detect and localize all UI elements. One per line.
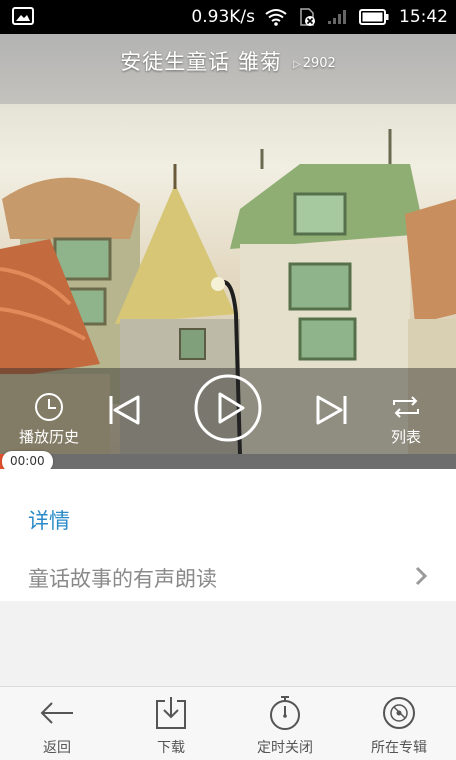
gallery-notification-icon: [12, 7, 34, 25]
back-label: 返回: [43, 740, 71, 756]
download-button[interactable]: 下载: [114, 687, 228, 760]
previous-track-button[interactable]: [106, 392, 142, 428]
download-icon: [153, 695, 189, 735]
disc-icon: [381, 695, 417, 735]
signal-icon: [327, 9, 349, 25]
back-button[interactable]: 返回: [0, 687, 114, 760]
sleep-timer-label: 定时关闭: [257, 740, 313, 756]
details-section: 详情 童话故事的有声朗读: [0, 469, 456, 601]
stopwatch-icon: [267, 695, 303, 735]
playlist-label: 列表: [390, 428, 421, 446]
play-count-icon: ▷: [292, 59, 301, 70]
playlist-button[interactable]: 列表: [376, 390, 436, 447]
track-title-row: 安徒生童话 雏菊 ▷ 2902: [0, 46, 456, 76]
clock: 15:42: [399, 7, 448, 27]
bottom-nav: 返回 下载 定时关闭 所在专辑: [0, 686, 456, 760]
sleep-timer-button[interactable]: 定时关闭: [228, 687, 342, 760]
player-hero: 安徒生童话 雏菊 ▷ 2902 播放历史 列表: [0, 34, 456, 454]
skip-previous-icon: [106, 395, 142, 432]
arrow-left-icon: [39, 695, 75, 735]
play-icon: [193, 374, 263, 447]
play-history-button[interactable]: 播放历史: [14, 390, 84, 447]
wifi-icon: [265, 8, 287, 26]
album-label: 所在专辑: [371, 740, 427, 756]
skip-next-icon: [314, 395, 350, 432]
details-heading: 详情: [28, 509, 70, 533]
details-description-row[interactable]: 童话故事的有声朗读: [0, 553, 456, 601]
play-history-label: 播放历史: [18, 428, 79, 446]
details-description: 童话故事的有声朗读: [28, 567, 217, 591]
battery-icon: [359, 9, 389, 25]
play-button[interactable]: [193, 373, 263, 443]
status-bar: 0.93K/s 15:42: [0, 0, 456, 34]
next-track-button[interactable]: [314, 392, 350, 428]
player-controls: 播放历史 列表: [0, 368, 456, 454]
progress-bar[interactable]: [0, 454, 456, 469]
chevron-right-icon: [414, 565, 428, 591]
play-count-value: 2902: [302, 56, 336, 71]
track-title: 安徒生童话 雏菊: [120, 50, 282, 74]
sim-blocked-icon: [297, 7, 317, 27]
clock-icon: [14, 390, 84, 424]
network-speed: 0.93K/s: [191, 7, 255, 27]
repeat-icon: [376, 390, 436, 424]
album-button[interactable]: 所在专辑: [342, 687, 456, 760]
download-label: 下载: [157, 740, 185, 756]
play-count: ▷ 2902: [293, 56, 336, 71]
